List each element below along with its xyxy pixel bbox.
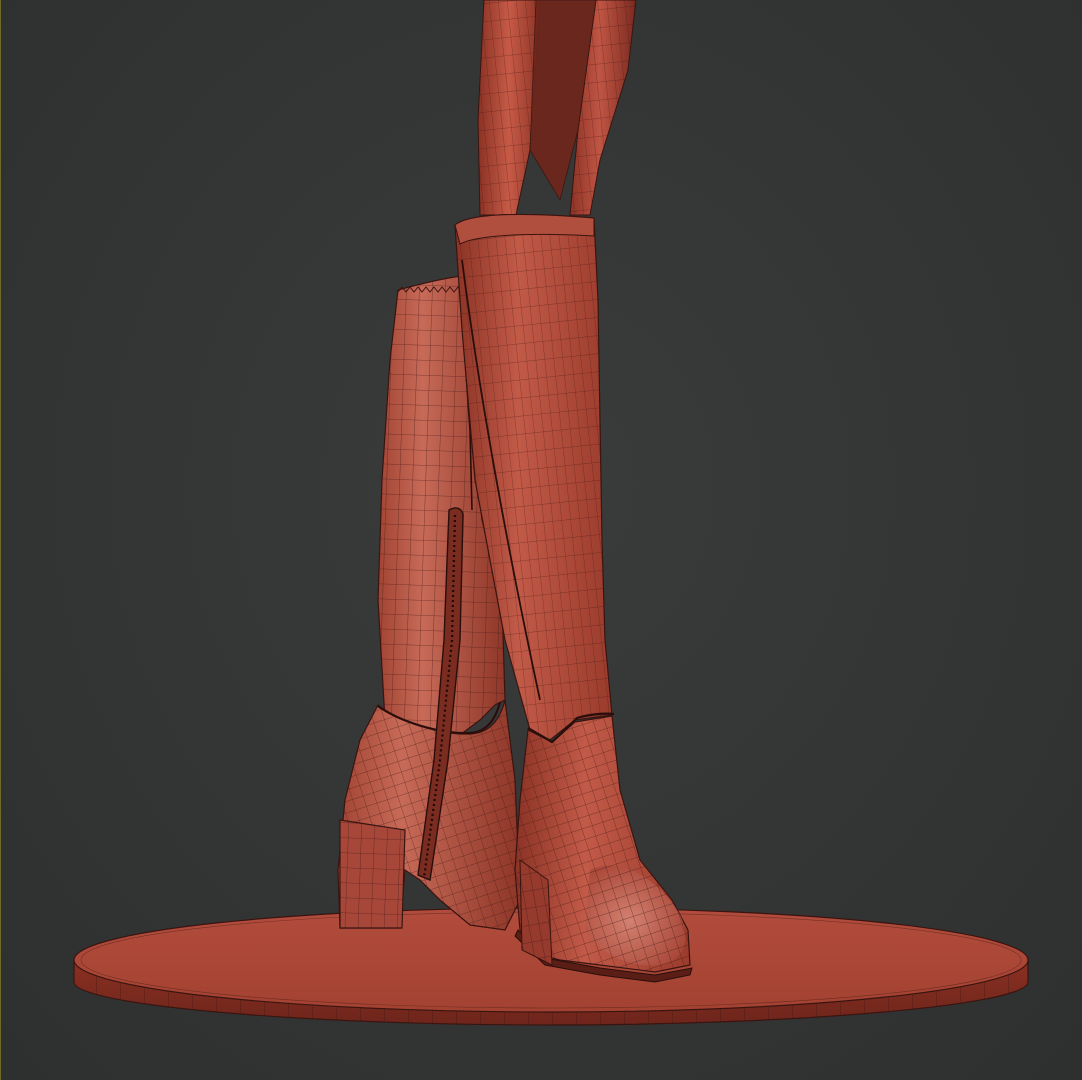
boots-wireframe-render xyxy=(73,0,1029,1026)
3d-viewport[interactable] xyxy=(0,0,1082,1080)
legs-mesh xyxy=(477,0,637,216)
